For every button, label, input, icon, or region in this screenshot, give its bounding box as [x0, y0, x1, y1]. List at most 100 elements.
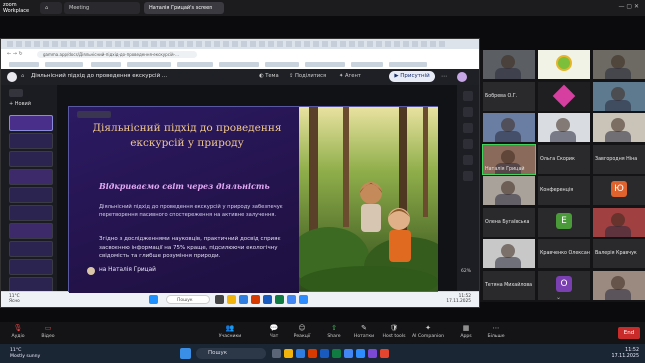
bookmark[interactable]: [9, 62, 39, 67]
folder-icon[interactable]: [284, 349, 293, 358]
participant-tile[interactable]: Наталія Грицай: [482, 143, 536, 175]
end-meeting-button[interactable]: End: [618, 327, 640, 339]
search-icon[interactable]: [463, 91, 473, 101]
control-camera[interactable]: ▭ Відео: [30, 324, 66, 339]
participant-tile[interactable]: Ольга Скорик: [538, 144, 590, 174]
participant-tile[interactable]: Олена Бугаївська: [483, 207, 535, 237]
image-icon[interactable]: [463, 155, 473, 165]
window-controls[interactable]: — ▢ ✕: [618, 3, 639, 10]
chrome-icon[interactable]: [287, 295, 296, 304]
slide-thumbnail[interactable]: [9, 241, 53, 257]
edit-icon[interactable]: [463, 123, 473, 133]
card-toolbar[interactable]: [77, 111, 111, 118]
more-icon[interactable]: ⋯: [441, 73, 447, 80]
windows-start-icon[interactable]: [180, 348, 191, 359]
participant-tile[interactable]: O: [538, 270, 590, 300]
bookmark[interactable]: [389, 62, 427, 67]
edge-icon[interactable]: [296, 349, 305, 358]
zoom-tab-home[interactable]: ⌂: [40, 2, 62, 14]
participant-tile[interactable]: [593, 81, 645, 111]
excel-icon[interactable]: [332, 349, 341, 358]
participant-tile[interactable]: Кравченко Олександр: [538, 239, 590, 268]
control-host-tools[interactable]: 🛡 Host tools: [376, 324, 412, 339]
word-icon[interactable]: [320, 349, 329, 358]
browser-tab-strip[interactable]: [1, 39, 479, 49]
participant-tile[interactable]: Завгородня Ніна: [593, 144, 645, 174]
windows-clock[interactable]: 11:52 17.11.2025: [612, 348, 639, 360]
folder-icon[interactable]: [227, 295, 236, 304]
present-button[interactable]: ▶ Присутній: [389, 71, 435, 82]
control-ai-companion[interactable]: ✦ AI Companion: [410, 324, 446, 339]
taskview-icon[interactable]: [215, 295, 224, 304]
participant-tile[interactable]: Бобрева О.Г.: [483, 81, 535, 111]
zoom-icon[interactable]: [299, 295, 308, 304]
participant-tile[interactable]: [593, 270, 645, 300]
home-icon[interactable]: ⌂: [21, 73, 24, 79]
inner-search-box[interactable]: Пошук: [166, 295, 210, 304]
bookmark[interactable]: [219, 62, 259, 67]
slide-thumbnail[interactable]: [9, 151, 53, 167]
nav-agent[interactable]: ✦ Агент: [339, 73, 361, 79]
slide-thumbnail[interactable]: [9, 169, 53, 185]
participant-tile[interactable]: [593, 50, 645, 79]
nav-share[interactable]: ⇪ Поділитися: [289, 73, 326, 79]
participant-tile[interactable]: Конференція: [538, 176, 590, 205]
comment-icon[interactable]: [463, 107, 473, 117]
inner-weather[interactable]: 11°C Ясно: [9, 294, 20, 304]
control-participants[interactable]: 👥 Учасники: [212, 324, 248, 339]
chrome-icon[interactable]: [344, 349, 353, 358]
slide-thumbnail[interactable]: [9, 187, 53, 203]
bookmark[interactable]: [91, 62, 121, 67]
slide-thumbnail[interactable]: [9, 223, 53, 239]
powerpoint-icon[interactable]: [251, 295, 260, 304]
bookmark[interactable]: [265, 62, 299, 67]
participant-tile[interactable]: [593, 113, 645, 142]
browser-tabs[interactable]: [7, 41, 447, 47]
slide-thumbnail[interactable]: [9, 115, 53, 131]
doc-title[interactable]: Діяльнісний підхід до проведення екскурс…: [31, 73, 167, 79]
new-slide-button[interactable]: + Новий: [9, 101, 31, 107]
bookmark[interactable]: [351, 62, 383, 67]
bookmark[interactable]: [45, 62, 83, 67]
settings-icon[interactable]: [463, 171, 473, 181]
excel-icon[interactable]: [275, 295, 284, 304]
grid-icon[interactable]: [463, 139, 473, 149]
participant-tile[interactable]: [538, 50, 590, 79]
gallery-next-page-icon[interactable]: ⌄: [556, 294, 561, 301]
participant-tile[interactable]: Тетяна Михайлова: [483, 270, 535, 300]
powerpoint-icon[interactable]: [308, 349, 317, 358]
participant-tile[interactable]: [593, 207, 645, 237]
windows-start-icon[interactable]: [149, 295, 158, 304]
taskview-icon[interactable]: [272, 349, 281, 358]
slide-thumbnail[interactable]: [9, 259, 53, 275]
participant-tile[interactable]: Ю: [593, 176, 645, 205]
bookmark[interactable]: [177, 62, 213, 67]
participant-tile[interactable]: [483, 50, 535, 79]
zoom-level[interactable]: 62%: [461, 269, 471, 274]
app-icon[interactable]: [368, 349, 377, 358]
participant-tile[interactable]: Валерія Кравчук: [593, 239, 645, 268]
edge-icon[interactable]: [239, 295, 248, 304]
bookmark[interactable]: [305, 62, 345, 67]
address-bar[interactable]: gamma.app/docs/Дiяльнiсний-пiдхiд-до-про…: [37, 51, 197, 58]
slide-thumbnail[interactable]: [9, 205, 53, 221]
back-icon[interactable]: ← → ↻: [7, 51, 23, 57]
control-more[interactable]: ⋯ Більше: [478, 324, 514, 339]
participant-tile[interactable]: [483, 113, 535, 142]
participant-tile[interactable]: [538, 81, 590, 111]
zoom-tab-meeting[interactable]: Meeting: [64, 2, 140, 14]
avatar[interactable]: [457, 72, 467, 82]
panel-toggle-icon[interactable]: [9, 89, 23, 97]
zoom-icon[interactable]: [356, 349, 365, 358]
slide-thumbnail[interactable]: [9, 133, 53, 149]
app-icon[interactable]: [380, 349, 389, 358]
word-icon[interactable]: [263, 295, 272, 304]
participant-tile[interactable]: [483, 176, 535, 205]
nav-theme[interactable]: ◐ Тема: [259, 73, 279, 79]
weather-widget[interactable]: 11°C Mostly sunny: [10, 348, 40, 359]
bookmark[interactable]: [127, 62, 171, 67]
slide-card[interactable]: Діяльнісний підхід до проведення екскурс…: [68, 106, 438, 293]
participant-tile[interactable]: [483, 239, 535, 268]
zoom-tab-shared-screen[interactable]: Наталія Грицай's screen: [144, 2, 224, 14]
participant-tile[interactable]: [538, 113, 590, 142]
